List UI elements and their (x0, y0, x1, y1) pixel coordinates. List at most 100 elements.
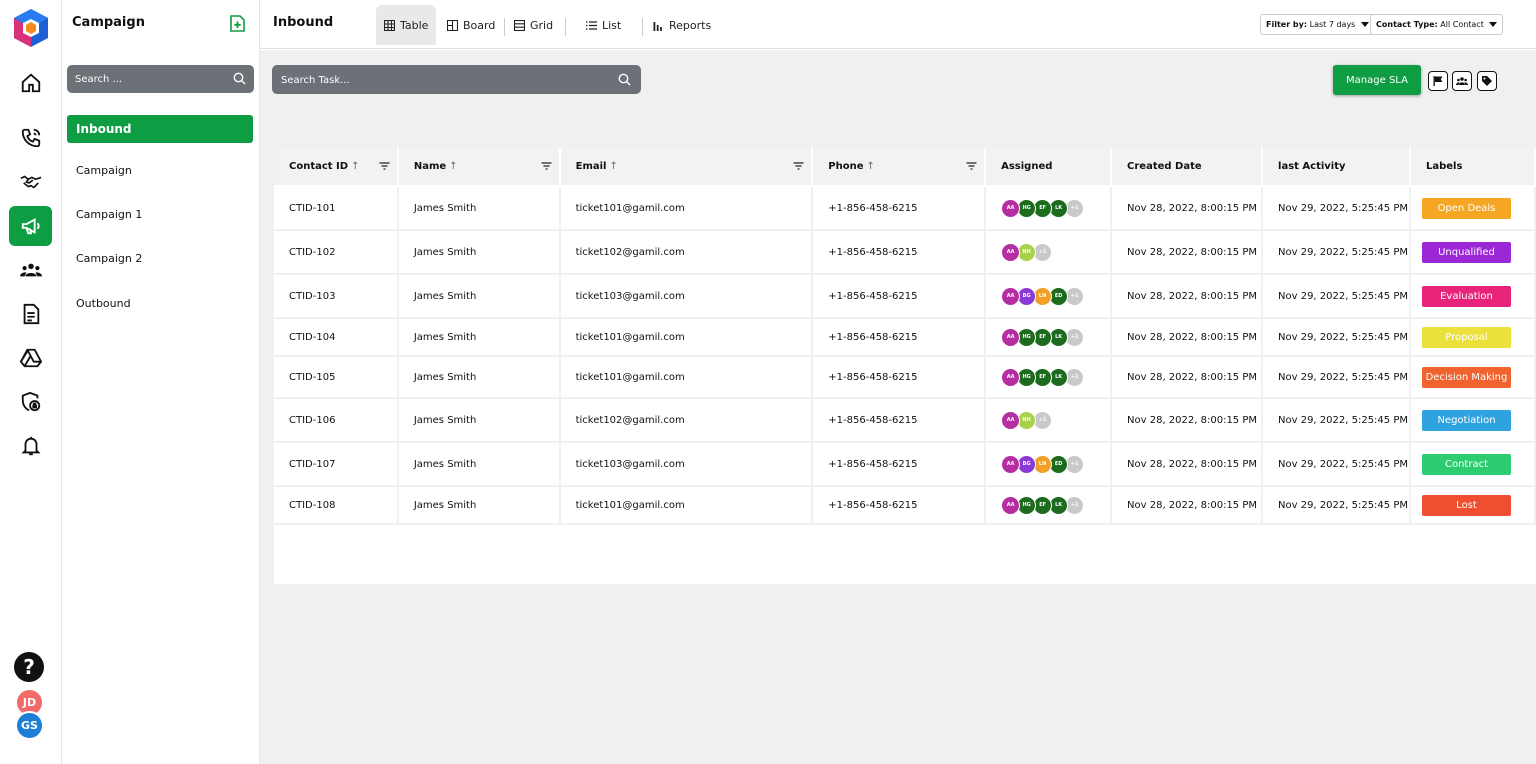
assignee-avatar-group[interactable]: AA BG LN ED +1 (1001, 286, 1110, 306)
phone-cell: +1-856-458-6215 (812, 486, 987, 525)
name-cell: James Smith (397, 356, 561, 399)
assignee-avatar[interactable]: AA (1001, 495, 1021, 515)
team-icon[interactable] (9, 250, 52, 290)
sort-arrow-icon[interactable]: ↑ (351, 161, 359, 172)
help-icon[interactable]: ? (14, 652, 44, 682)
assignee-avatar-group[interactable]: AA HG EF LK +1 (1001, 327, 1110, 347)
sidebar-search-input[interactable] (75, 71, 225, 87)
table-row[interactable]: CTID-107 James Smith ticket103@gamil.com +1… (274, 442, 1536, 487)
assignee-avatar[interactable]: AA (1001, 367, 1021, 387)
assignee-avatar[interactable]: AA (1001, 286, 1021, 306)
manage-sla-button[interactable]: Manage SLA (1333, 65, 1421, 95)
column-header-assigned[interactable]: Assigned (985, 148, 1113, 187)
phone-cell: +1-856-458-6215 (812, 398, 987, 443)
sort-arrow-icon[interactable]: ↑ (867, 161, 875, 172)
filter-icon[interactable] (541, 161, 552, 171)
contact-id-cell: CTID-107 (274, 442, 399, 487)
assignee-avatar[interactable]: AA (1001, 327, 1021, 347)
filter-icon[interactable] (966, 161, 977, 171)
tab-board[interactable]: Board (439, 5, 503, 45)
tab-table[interactable]: Table (376, 5, 437, 45)
search-icon[interactable] (618, 73, 631, 86)
created-date-cell: Nov 28, 2022, 8:00:15 PM (1111, 318, 1264, 357)
contact-type-value: All Contact (1440, 20, 1484, 29)
assignee-avatar-group[interactable]: AA NH +1 (1001, 242, 1110, 262)
column-header-name[interactable]: Name ↑ (397, 148, 561, 187)
assignee-avatar-group[interactable]: AA HG EF LK +1 (1001, 367, 1110, 387)
filter-by-dropdown[interactable]: Filter by: Last 7 days (1260, 14, 1375, 35)
sidebar-item-campaign[interactable]: Campaign (67, 157, 253, 185)
email-cell: ticket101@gamil.com (559, 356, 814, 399)
status-badge[interactable]: Contract (1422, 453, 1511, 475)
filter-icon[interactable] (379, 161, 390, 171)
assignee-avatar-group[interactable]: AA NH +1 (1001, 410, 1110, 430)
labels-cell: Evaluation (1410, 274, 1536, 319)
sort-arrow-icon[interactable]: ↑ (609, 161, 617, 172)
email-cell: ticket101@gamil.com (559, 186, 814, 231)
last-activity-cell: Nov 29, 2022, 5:25:45 PM (1262, 356, 1411, 399)
assignee-avatar[interactable]: AA (1001, 242, 1021, 262)
status-badge[interactable]: Proposal (1422, 326, 1511, 348)
table-row[interactable]: CTID-103 James Smith ticket103@gamil.com +1… (274, 274, 1536, 319)
column-header-labels[interactable]: Labels (1410, 148, 1536, 187)
contact-type-dropdown[interactable]: Contact Type: All Contact (1370, 14, 1504, 35)
megaphone-icon[interactable] (9, 206, 52, 246)
column-header-created-date[interactable]: Created Date (1111, 148, 1264, 187)
column-header-contact-id[interactable]: Contact ID ↑ (274, 148, 399, 187)
add-file-icon[interactable] (230, 15, 245, 32)
tab-list[interactable]: List (578, 5, 629, 45)
status-badge[interactable]: Open Deals (1422, 197, 1511, 219)
table-header-row: Contact ID ↑ Name ↑ Email ↑ Phone ↑ Assigned… (274, 148, 1536, 187)
filter-icon[interactable] (793, 161, 804, 171)
document-icon[interactable] (9, 294, 52, 334)
created-date-cell: Nov 28, 2022, 8:00:15 PM (1111, 442, 1264, 487)
assignee-avatar-group[interactable]: AA BG LN ED +1 (1001, 454, 1110, 474)
handshake-icon[interactable] (9, 162, 52, 202)
page-title: Inbound (273, 15, 334, 30)
sidebar-item-inbound[interactable]: Inbound (67, 115, 253, 143)
app-logo-icon[interactable] (12, 8, 50, 48)
status-badge[interactable]: Unqualified (1422, 241, 1511, 263)
assignee-avatar[interactable]: AA (1001, 454, 1021, 474)
column-header-phone[interactable]: Phone ↑ (812, 148, 987, 187)
notification-bell-icon[interactable] (9, 426, 52, 466)
sort-arrow-icon[interactable]: ↑ (449, 161, 457, 172)
column-header-last-activity[interactable]: last Activity (1262, 148, 1411, 187)
column-header-email[interactable]: Email ↑ (559, 148, 814, 187)
last-activity-cell: Nov 29, 2022, 5:25:45 PM (1262, 486, 1411, 525)
assigned-cell: AA HG EF LK +1 (985, 356, 1113, 399)
assignee-avatar-group[interactable]: AA HG EF LK +1 (1001, 198, 1110, 218)
assignee-avatar[interactable]: AA (1001, 198, 1021, 218)
tab-reports[interactable]: Reports (645, 5, 719, 45)
status-badge[interactable]: Evaluation (1422, 285, 1511, 307)
table-row[interactable]: CTID-101 James Smith ticket101@gamil.com +1… (274, 186, 1536, 231)
table-row[interactable]: CTID-106 James Smith ticket102@gamil.com +1… (274, 398, 1536, 443)
avatar[interactable]: GS (15, 711, 44, 740)
group-icon[interactable] (1452, 71, 1472, 91)
flag-icon[interactable] (1428, 71, 1448, 91)
table-row[interactable]: CTID-102 James Smith ticket102@gamil.com +1… (274, 230, 1536, 275)
assignee-avatar-group[interactable]: AA HG EF LK +1 (1001, 495, 1110, 515)
table-row[interactable]: CTID-105 James Smith ticket101@gamil.com +1… (274, 356, 1536, 399)
assignee-avatar[interactable]: AA (1001, 410, 1021, 430)
security-shield-icon[interactable] (9, 382, 52, 422)
phone-call-icon[interactable] (9, 118, 52, 158)
status-badge[interactable]: Negotiation (1422, 409, 1511, 431)
tag-icon[interactable] (1477, 71, 1497, 91)
drive-icon[interactable] (9, 338, 52, 378)
sidebar-item-outbound[interactable]: Outbound (67, 290, 253, 318)
home-icon[interactable] (9, 63, 52, 103)
list-icon (586, 20, 597, 30)
tab-label: Reports (669, 18, 712, 32)
tab-label: Board (463, 18, 496, 32)
status-badge[interactable]: Lost (1422, 494, 1511, 516)
sidebar-item-campaign-2[interactable]: Campaign 2 (67, 245, 253, 273)
tab-grid[interactable]: Grid (506, 5, 561, 45)
task-search-input[interactable] (281, 72, 601, 88)
status-badge[interactable]: Decision Making (1422, 366, 1511, 388)
table-row[interactable]: CTID-108 James Smith ticket101@gamil.com +1… (274, 486, 1536, 525)
search-icon[interactable] (233, 72, 246, 85)
sidebar-item-campaign-1[interactable]: Campaign 1 (67, 201, 253, 229)
table-row[interactable]: CTID-104 James Smith ticket101@gamil.com +1… (274, 318, 1536, 357)
contact-id-cell: CTID-105 (274, 356, 399, 399)
